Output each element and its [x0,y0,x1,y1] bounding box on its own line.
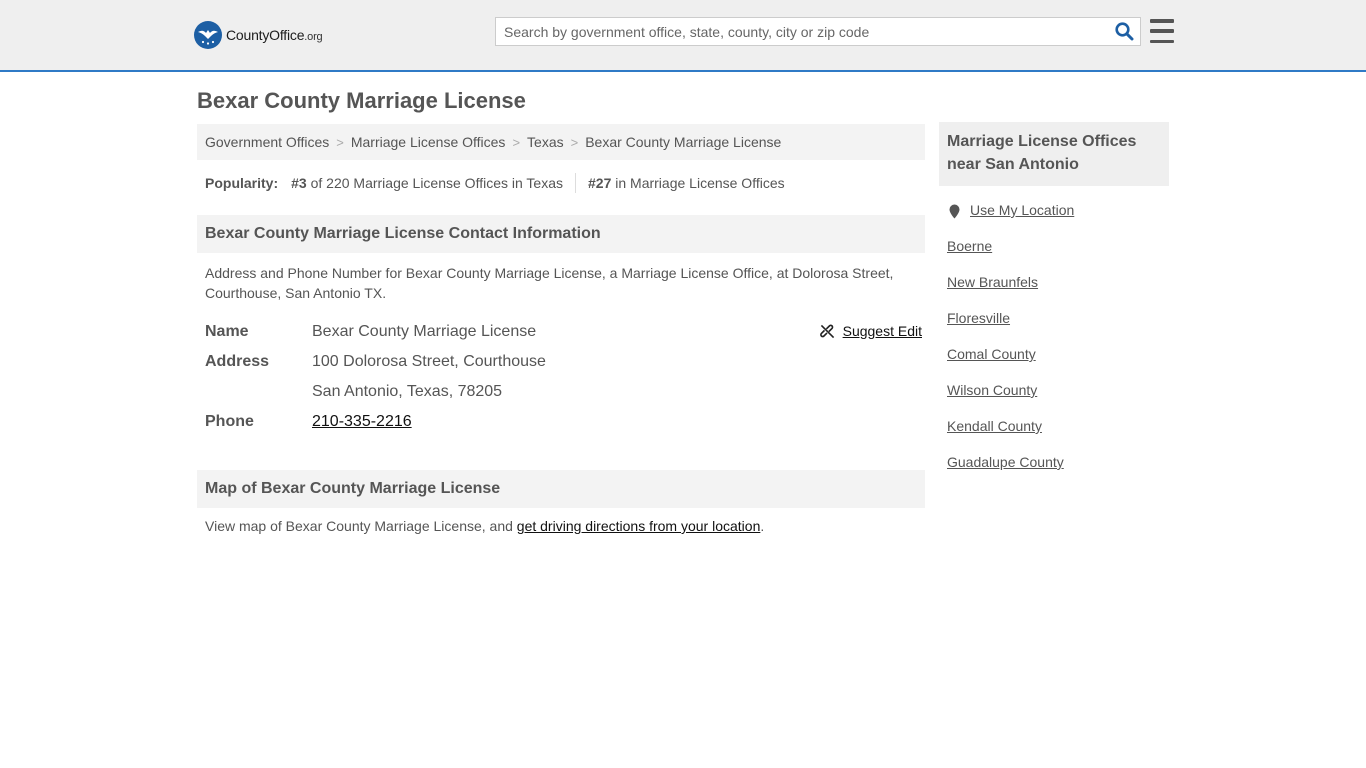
menu-bar-icon [1150,19,1174,23]
breadcrumb-separator: > [570,134,579,150]
use-my-location: Use My Location [947,202,1169,238]
address-line1: 100 Dolorosa Street, Courthouse [312,353,546,370]
contact-heading: Bexar County Marriage License Contact In… [197,215,925,253]
popularity-divider [575,173,576,193]
map-text-end: . [760,518,765,534]
driving-directions-link[interactable]: get driving directions from your locatio… [517,518,761,534]
address-label: Address [205,353,270,370]
menu-bar-icon [1150,29,1174,33]
nearby-office-link[interactable]: New Braunfels [947,274,1038,290]
sidebar-heading-line1: Marriage License Offices [947,133,1137,150]
name-label: Name [205,323,249,340]
sidebar: Marriage License Offices near San Antoni… [939,122,1169,490]
unlink-icon [819,324,834,338]
phone-row: Phone 210-335-2216 [205,407,925,437]
hamburger-menu-button[interactable] [1148,18,1176,44]
search-icon [1114,22,1133,41]
use-my-location-link[interactable]: Use My Location [970,202,1074,218]
sidebar-heading: Marriage License Offices near San Antoni… [939,122,1169,186]
map-description: View map of Bexar County Marriage Licens… [197,508,925,534]
address-row-2: San Antonio, Texas, 78205 [205,377,925,407]
popularity-row: Popularity: #3 of 220 Marriage License O… [197,173,925,193]
address-row: Address 100 Dolorosa Street, Courthouse [205,347,925,377]
breadcrumb-marriage-license-offices[interactable]: Marriage License Offices [351,134,506,150]
map-text: View map of Bexar County Marriage Licens… [205,518,517,534]
address-line2: San Antonio, Texas, 78205 [312,383,503,400]
breadcrumb-separator: > [336,134,344,150]
name-value: Bexar County Marriage License [312,323,537,340]
sidebar-item-guadalupe-county: Guadalupe County [947,454,1169,490]
sidebar-item-comal-county: Comal County [947,346,1169,382]
sidebar-item-new-braunfels: New Braunfels [947,274,1169,310]
breadcrumb: Government Offices > Marriage License Of… [197,124,925,160]
state-rank: #3 [291,175,307,191]
suggest-edit-text: Suggest Edit [842,323,922,339]
eagle-logo-icon [194,21,222,49]
sidebar-item-kendall-county: Kendall County [947,418,1169,454]
breadcrumb-current[interactable]: Bexar County Marriage License [585,134,781,150]
phone-link[interactable]: 210-335-2216 [312,413,412,430]
suggest-edit-link[interactable]: Suggest Edit [819,323,922,339]
logo-word-office: Office [269,27,305,43]
page-title: Bexar County Marriage License [197,88,526,113]
sidebar-item-wilson-county: Wilson County [947,382,1169,418]
search-input[interactable] [496,18,1108,45]
national-rank-text: in Marriage License Offices [615,175,785,191]
logo-tld: .org [304,31,323,43]
state-rank-text: of 220 Marriage License Offices in Texas [310,175,563,191]
main-content: Government Offices > Marriage License Of… [197,124,925,534]
menu-bar-icon [1150,39,1174,43]
breadcrumb-texas[interactable]: Texas [527,134,564,150]
contact-info: Suggest Edit Name Bexar County Marriage … [197,317,925,437]
popularity-label: Popularity: [205,175,279,191]
search-bar [495,17,1141,46]
sidebar-item-floresville: Floresville [947,310,1169,346]
nearby-office-link[interactable]: Guadalupe County [947,454,1064,470]
logo-word-county: County [226,27,270,43]
nearby-offices-list: Use My Location Boerne New Braunfels Flo… [939,202,1169,490]
logo-text: CountyOffice.org [226,27,323,43]
search-button[interactable] [1108,18,1140,45]
nearby-office-link[interactable]: Boerne [947,238,992,254]
map-heading: Map of Bexar County Marriage License [197,470,925,508]
nearby-office-link[interactable]: Floresville [947,310,1010,326]
site-logo[interactable]: CountyOffice.org [194,20,323,50]
sidebar-heading-line2: near San Antonio [947,156,1079,173]
national-rank: #27 [588,175,612,191]
breadcrumb-separator: > [512,134,521,150]
contact-description: Address and Phone Number for Bexar Count… [205,265,894,301]
nearby-office-link[interactable]: Comal County [947,346,1036,362]
breadcrumb-government-offices[interactable]: Government Offices [205,134,329,150]
name-row: Name Bexar County Marriage License [205,317,925,347]
nearby-office-link[interactable]: Wilson County [947,382,1037,398]
nearby-office-link[interactable]: Kendall County [947,418,1042,434]
map-marker-icon [949,204,960,219]
sidebar-item-boerne: Boerne [947,238,1169,274]
site-header: CountyOffice.org [0,0,1366,72]
phone-label: Phone [205,413,254,430]
